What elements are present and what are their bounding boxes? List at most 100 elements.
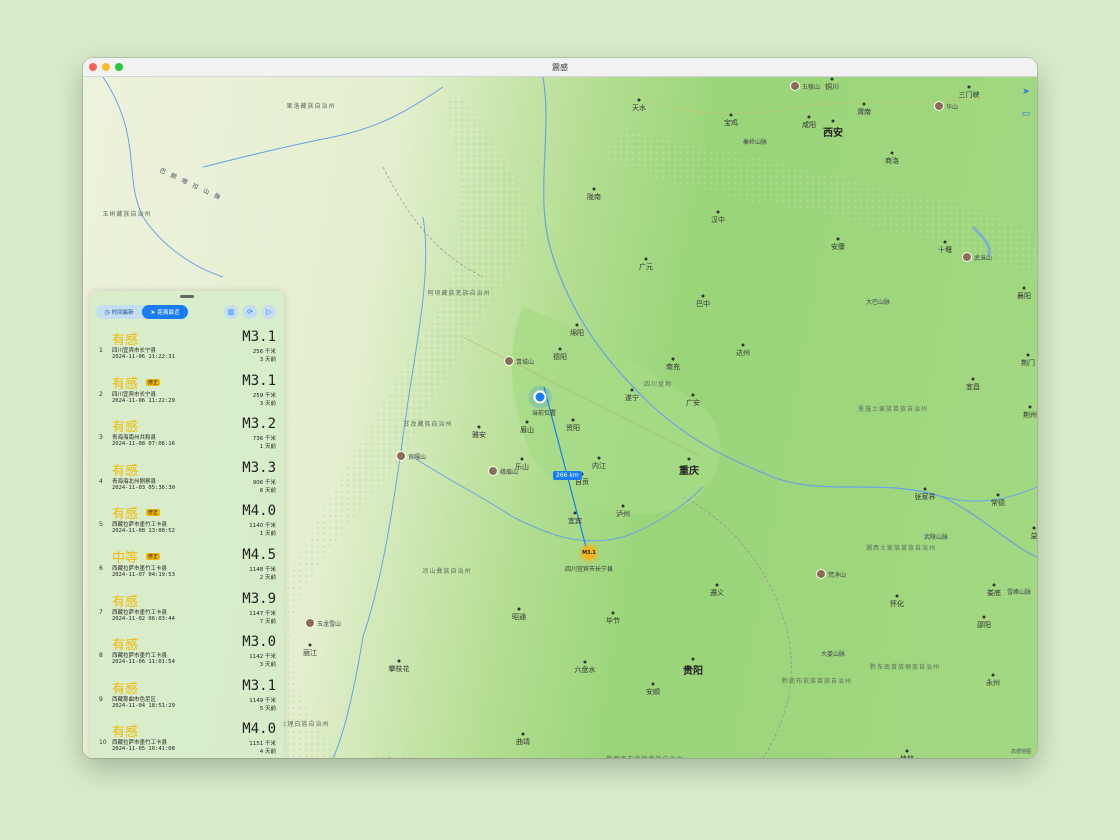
earthquake-row[interactable]: 10 有感 西藏拉萨市墨竹工卡县 2024-11-05 10:41:08 M4.0 115… <box>90 719 284 758</box>
earthquake-row[interactable]: 6 中等 西藏拉萨市墨竹工卡县 2024-11-07 04:19:53 M4.5 1148… <box>90 545 284 589</box>
city-label[interactable]: 铜川 <box>825 82 839 92</box>
title-bar: 震感 <box>83 58 1037 77</box>
city-label[interactable]: 巴中 <box>696 299 710 309</box>
city-label[interactable]: 三门峡 <box>959 90 980 100</box>
chart-icon: ▥ <box>227 308 235 316</box>
poi-marker[interactable]: 玉龙雪山 <box>305 618 341 628</box>
panel-grabber[interactable] <box>180 295 194 298</box>
chart-button[interactable]: ▥ <box>224 305 238 319</box>
city-dot <box>991 673 995 677</box>
poi-label: 玉龙雪山 <box>317 620 342 628</box>
map-mode-icon[interactable]: ▭ <box>1019 107 1033 121</box>
city-label[interactable]: 荆门 <box>1021 358 1035 368</box>
city-label[interactable]: 昭通 <box>512 612 526 622</box>
city-label[interactable]: 攀枝花 <box>389 664 410 674</box>
city-label[interactable]: 襄阳 <box>1017 291 1031 301</box>
city-label[interactable]: 安顺 <box>646 687 660 697</box>
city-dot <box>1028 405 1032 409</box>
city-label[interactable]: 宜宾 <box>568 516 582 526</box>
earthquake-row[interactable]: 7 有感 西藏拉萨市墨竹工卡县 2024-11-02 06:03:44 M3.9 1147… <box>90 589 284 633</box>
city-label[interactable]: 曲靖 <box>516 737 530 747</box>
poi-marker[interactable]: 武当山 <box>962 252 992 262</box>
poi-marker[interactable]: 贡嘎山 <box>396 451 426 461</box>
city-label[interactable]: 内江 <box>592 461 606 471</box>
app-window: 震感 铜川 西安 渭南 咸阳 宝鸡 天水 三门峡商洛 陇南 汉中 安康 十堰 广… <box>83 58 1037 758</box>
refresh-button[interactable]: ⟳ <box>243 305 257 319</box>
earthquake-list: 1 有感 四川宜宾市长宁县 2024-11-06 11:22:31 M3.1 256 千米… <box>90 327 284 758</box>
city-label[interactable]: 渭南 <box>857 107 871 117</box>
quake-place: 西藏那曲市色尼区 <box>112 696 157 703</box>
earthquake-row[interactable]: 4 有感 青海海北州刚察县 2024-11-03 05:36:30 M3.3 906 千米… <box>90 458 284 502</box>
earthquake-row[interactable]: 3 有感 青海海南州共和县 2024-11-08 07:06:16 M3.2 736 千米… <box>90 414 284 458</box>
city-label[interactable]: 遂宁 <box>625 393 639 403</box>
zoom-window-button[interactable] <box>115 63 123 71</box>
city-label[interactable]: 宜昌 <box>966 382 980 392</box>
city-label[interactable]: 商洛 <box>885 156 899 166</box>
city-label[interactable]: 南充 <box>666 362 680 372</box>
city-label[interactable]: 怀化 <box>890 599 904 609</box>
distance: 256 千米 <box>252 349 276 355</box>
city-label[interactable]: 汉中 <box>711 215 725 225</box>
city-label[interactable]: 桂林 <box>900 754 914 758</box>
earthquake-row[interactable]: 1 有感 四川宜宾市长宁县 2024-11-06 11:22:31 M3.1 256 千米… <box>90 327 284 371</box>
poi-marker[interactable]: 峨眉山 <box>488 466 518 476</box>
city-dot <box>691 657 695 661</box>
city-label[interactable]: 德阳 <box>553 352 567 362</box>
minimize-window-button[interactable] <box>102 63 110 71</box>
city-label[interactable]: 陇南 <box>587 192 601 202</box>
city-label[interactable]: 遵义 <box>710 588 724 598</box>
quake-time: 2024-11-03 05:36:30 <box>112 484 175 491</box>
city-label[interactable]: 丽江 <box>303 648 317 658</box>
earthquake-row[interactable]: 8 有感 西藏拉萨市墨竹工卡县 2024-11-06 11:01:54 M3.0 1142… <box>90 632 284 676</box>
map-legal-text: 高德地图 <box>1010 749 1031 755</box>
city-label[interactable]: 广安 <box>686 398 700 408</box>
poi-marker[interactable]: 华山 <box>934 101 958 111</box>
city-label[interactable]: 娄底 <box>987 588 1001 598</box>
earthquake-row[interactable]: 5 有感 西藏拉萨市墨竹工卡县 2024-11-08 13:00:52 M4.0 1140… <box>90 501 284 545</box>
city-dot <box>1032 526 1036 530</box>
city-label[interactable]: 荆州 <box>1023 410 1037 420</box>
earthquake-row[interactable]: 2 有感 四川宜宾市长宁县 2024-11-06 11:22:29 M3.1 259 千米… <box>90 371 284 415</box>
poi-marker[interactable]: 梵净山 <box>816 569 846 579</box>
city-label[interactable]: 永州 <box>986 678 1000 688</box>
city-label[interactable]: 张家界 <box>915 492 936 502</box>
earthquake-row[interactable]: 9 有感 西藏那曲市色尼区 2024-11-04 18:51:29 M3.1 1149 千… <box>90 676 284 720</box>
current-location-dot[interactable] <box>533 390 547 404</box>
play-button[interactable]: ▷ <box>262 305 276 319</box>
sort-by-distance-button[interactable]: ➤ 距离最近 <box>142 305 188 319</box>
city-label[interactable]: 眉山 <box>520 425 534 435</box>
city-label[interactable]: 宝鸡 <box>724 118 738 128</box>
city-label[interactable]: 绵阳 <box>570 328 584 338</box>
city-label[interactable]: 资阳 <box>566 423 580 433</box>
region-label: 凉山彝族自治州 <box>422 568 472 575</box>
city-label[interactable]: 雅安 <box>472 430 486 440</box>
poi-marker[interactable]: 五稜山 <box>790 81 820 91</box>
city-label[interactable]: 贵阳 <box>683 662 703 677</box>
city-label[interactable]: 达州 <box>736 348 750 358</box>
sort-by-time-button[interactable]: ◷ 时间最新 <box>96 305 142 319</box>
region-label: 阿坝藏族羌族自治州 <box>427 290 491 297</box>
map-view[interactable]: 铜川西安 渭南咸阳 宝鸡 天水 三门峡商洛陇南汉中安康 十堰广元巴中 襄阳绵阳德阳南充 达州遂… <box>83 77 1037 758</box>
city-label[interactable]: 重庆 <box>679 462 699 477</box>
quake-place: 西藏拉萨市墨竹工卡县 <box>112 653 168 660</box>
compass-arrow-icon[interactable]: ➤ <box>1019 85 1033 99</box>
quake-time: 2024-11-08 13:00:52 <box>112 528 175 535</box>
city-label[interactable]: 益 <box>1031 531 1038 541</box>
city-label[interactable]: 咸阳 <box>802 120 816 130</box>
city-label[interactable]: 广元 <box>639 262 653 272</box>
magnitude: M3.0 <box>242 634 276 651</box>
city-label[interactable]: 天水 <box>632 103 646 113</box>
city-dot <box>517 607 521 611</box>
city-label[interactable]: 安康 <box>831 242 845 252</box>
city-label[interactable]: 十堰 <box>938 245 952 255</box>
city-label[interactable]: 泸州 <box>616 509 630 519</box>
city-label[interactable]: 六盘水 <box>575 665 596 675</box>
city-label[interactable]: 西安 <box>823 124 843 139</box>
quake-marker[interactable]: M3.1 <box>582 546 596 560</box>
distance: 1147 千米 <box>249 610 276 617</box>
city-label[interactable]: 毕节 <box>606 616 620 626</box>
city-label[interactable]: 邵阳 <box>977 620 991 630</box>
close-window-button[interactable] <box>89 63 97 71</box>
poi-marker[interactable]: 青城山 <box>504 356 534 366</box>
city-label[interactable]: 常德 <box>991 498 1005 508</box>
